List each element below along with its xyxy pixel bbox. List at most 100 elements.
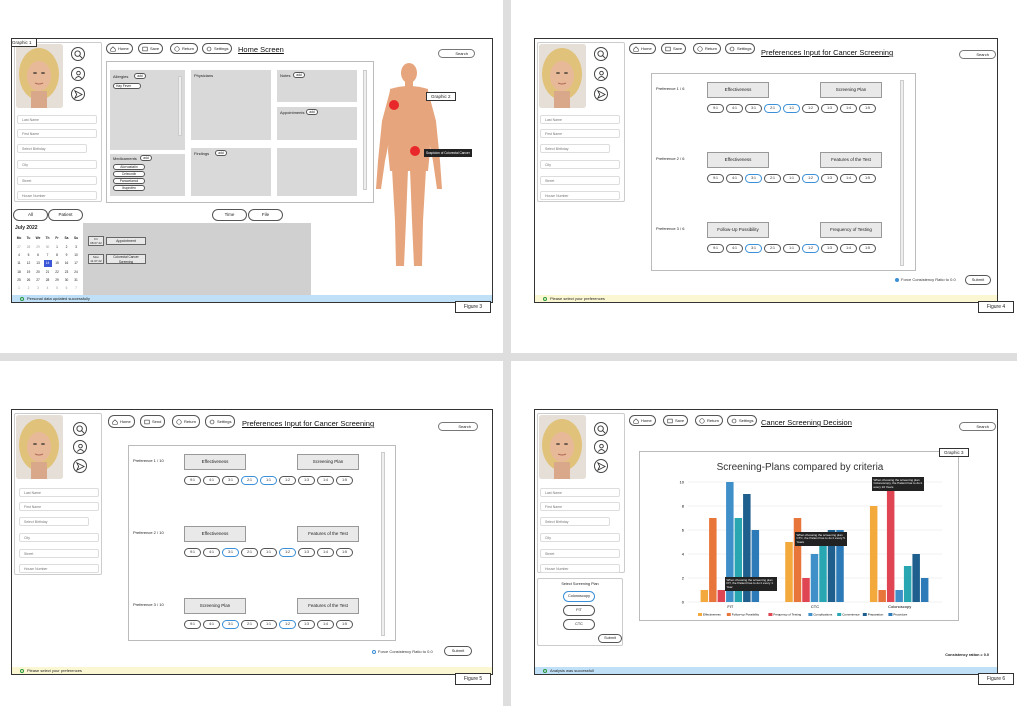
first-name-field[interactable]: First Name: [540, 129, 620, 138]
rate-button[interactable]: 1:1: [783, 244, 800, 253]
rate-button[interactable]: 3:1: [222, 620, 239, 629]
bar-follow-up-possibility-fit[interactable]: [709, 518, 717, 602]
calendar-day[interactable]: 26: [25, 277, 33, 284]
add-medicament-button[interactable]: add: [140, 155, 152, 161]
birthday-select[interactable]: Select Birthday: [19, 517, 89, 526]
bar-effectiveness-fit[interactable]: [700, 590, 709, 602]
submit-button[interactable]: Submit: [965, 275, 991, 285]
event-date[interactable]: Fri 08.07.22: [88, 236, 104, 246]
bar-procedure-colonoscopy[interactable]: [920, 578, 929, 602]
street-field[interactable]: Street: [17, 176, 97, 185]
search-input[interactable]: Search: [438, 49, 475, 58]
medicament-item[interactable]: Atorvastatin: [113, 164, 145, 170]
rate-button[interactable]: 4:1: [726, 104, 743, 113]
calendar-day[interactable]: 27: [34, 277, 42, 284]
last-name-field[interactable]: Last Name: [19, 488, 99, 497]
calendar-day[interactable]: 29: [34, 244, 42, 251]
filter-time[interactable]: Time: [212, 209, 247, 221]
bar-frequency-of-testing-fit[interactable]: [717, 590, 726, 602]
city-field[interactable]: City: [17, 160, 97, 169]
first-name-field[interactable]: First Name: [19, 502, 99, 511]
calendar-day[interactable]: 4: [44, 285, 52, 292]
home-button[interactable]: Home: [108, 415, 135, 428]
search-icon[interactable]: [594, 47, 608, 61]
rate-button[interactable]: 1:5: [336, 476, 353, 485]
rate-button[interactable]: 1:1: [260, 476, 277, 485]
city-field[interactable]: City: [540, 533, 620, 542]
save-button[interactable]: Save: [661, 43, 687, 54]
calendar-day[interactable]: 1: [15, 285, 23, 292]
calendar-day[interactable]: 29: [53, 277, 61, 284]
settings-button[interactable]: Settings: [727, 415, 758, 426]
calendar-day[interactable]: 30: [63, 277, 71, 284]
event-date[interactable]: Mon 11.07.22: [88, 254, 104, 264]
calendar-day[interactable]: 7: [72, 285, 80, 292]
rate-button[interactable]: 1:5: [859, 244, 876, 253]
save-button[interactable]: Save: [663, 415, 689, 426]
rate-button[interactable]: 2:1: [764, 174, 781, 183]
calendar-day[interactable]: 1: [53, 244, 61, 251]
calendar-day[interactable]: 14: [43, 260, 52, 268]
rate-button[interactable]: 1:2: [279, 620, 296, 629]
scrollbar[interactable]: [900, 80, 904, 266]
send-button[interactable]: Send: [140, 415, 166, 428]
plan-fit[interactable]: FIT: [563, 605, 595, 616]
rate-button[interactable]: 1:2: [802, 244, 819, 253]
finding-marker[interactable]: [410, 146, 420, 156]
calendar-day[interactable]: 20: [34, 269, 42, 276]
rate-button[interactable]: 9:1: [184, 548, 201, 557]
rate-button[interactable]: 1:4: [317, 548, 334, 557]
calendar-day[interactable]: 13: [34, 260, 42, 267]
city-field[interactable]: City: [540, 160, 620, 169]
bar-preparation-colonoscopy[interactable]: [912, 554, 920, 602]
send-icon[interactable]: [594, 87, 608, 101]
bar-complications-ctc[interactable]: [810, 554, 819, 602]
calendar-day[interactable]: 3: [34, 285, 42, 292]
calendar-day[interactable]: 12: [25, 260, 33, 267]
calendar-day[interactable]: 21: [44, 269, 52, 276]
calendar-day[interactable]: 11: [15, 260, 23, 267]
allergy-item[interactable]: Hay Fever: [113, 83, 141, 89]
user-icon[interactable]: [71, 67, 85, 81]
calendar-day[interactable]: 16: [63, 260, 71, 267]
calendar-day[interactable]: 2: [25, 285, 33, 292]
calendar-day[interactable]: 25: [15, 277, 23, 284]
add-appointment-button[interactable]: add: [306, 109, 318, 115]
rate-button[interactable]: 4:1: [203, 548, 220, 557]
house-number-field[interactable]: House Number: [19, 564, 99, 573]
calendar-day[interactable]: 31: [72, 277, 80, 284]
calendar-day[interactable]: 6: [34, 252, 42, 259]
first-name-field[interactable]: First Name: [17, 129, 97, 138]
house-number-field[interactable]: House Number: [17, 191, 97, 200]
rate-button[interactable]: 9:1: [184, 476, 201, 485]
submit-button[interactable]: Submit: [598, 634, 622, 643]
rate-button[interactable]: 1:5: [859, 104, 876, 113]
home-button[interactable]: Home: [629, 415, 656, 426]
user-icon[interactable]: [73, 440, 87, 454]
settings-button[interactable]: Settings: [202, 43, 233, 54]
city-field[interactable]: City: [19, 533, 99, 542]
birthday-select[interactable]: Select Birthday: [540, 517, 610, 526]
rate-button[interactable]: 4:1: [726, 244, 743, 253]
calendar-day[interactable]: 10: [72, 252, 80, 259]
plan-colonoscopy[interactable]: Colonoscopy: [563, 591, 595, 602]
rate-button[interactable]: 9:1: [707, 104, 724, 113]
scrollbar[interactable]: [381, 452, 385, 636]
search-input[interactable]: Search: [959, 50, 996, 59]
search-icon[interactable]: [594, 422, 608, 436]
filter-file[interactable]: File: [248, 209, 283, 221]
bar-frequency-of-testing-ctc[interactable]: [802, 578, 810, 602]
bar-follow-up-possibility-ctc[interactable]: [793, 518, 802, 602]
bar-frequency-of-testing-colonoscopy[interactable]: [886, 482, 895, 602]
send-icon[interactable]: [71, 87, 85, 101]
filter-all[interactable]: All: [13, 209, 48, 221]
rate-button[interactable]: 1:4: [317, 620, 334, 629]
rate-button[interactable]: 4:1: [203, 476, 220, 485]
rate-button[interactable]: 1:4: [840, 174, 857, 183]
calendar-day[interactable]: 17: [72, 260, 80, 267]
scrollbar[interactable]: [178, 76, 182, 136]
rate-button[interactable]: 1:1: [260, 620, 277, 629]
calendar-day[interactable]: 7: [44, 252, 52, 259]
rate-button[interactable]: 1:5: [336, 548, 353, 557]
search-icon[interactable]: [71, 47, 85, 61]
